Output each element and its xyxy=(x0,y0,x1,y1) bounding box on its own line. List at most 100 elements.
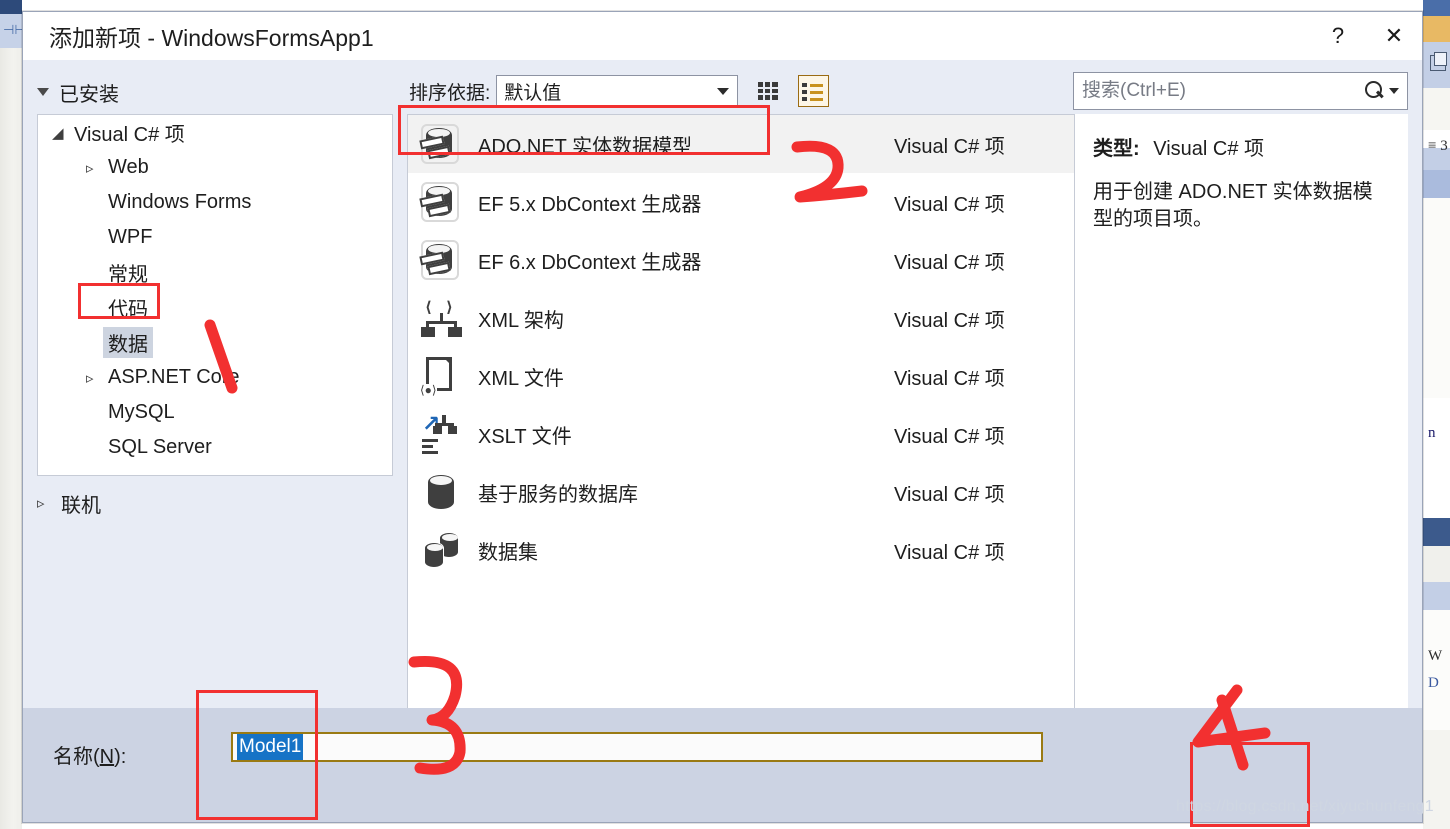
sort-toolbar: 排序依据: 默认值 xyxy=(409,72,829,110)
background-text: n xyxy=(1428,425,1436,441)
search-input[interactable] xyxy=(1082,80,1363,102)
sort-dropdown[interactable]: 默认值 xyxy=(496,75,739,107)
dialog-titlebar: 添加新项 - WindowsFormsApp1 ? ✕ xyxy=(23,12,1422,60)
list-item[interactable]: 数据集 Visual C# 项 xyxy=(408,521,1074,579)
tree-item-label: MySQL xyxy=(108,401,175,423)
background-band xyxy=(1423,610,1450,730)
list-item-name: EF 6.x DbContext 生成器 xyxy=(478,251,702,274)
list-item[interactable]: ⟨ ⟩ XML 架构 Visual C# 项 xyxy=(408,289,1074,347)
list-item[interactable]: EF 6.x DbContext 生成器 Visual C# 项 xyxy=(408,231,1074,289)
tree-item-aspnet-core[interactable]: ▹ ASP.NET Core xyxy=(38,360,392,395)
list-view-button[interactable] xyxy=(797,75,829,107)
tree-item-label: WPF xyxy=(108,226,153,248)
detail-description: 用于创建 ADO.NET 实体数据模型的项目项。 xyxy=(1093,181,1373,230)
list-item-name: XSLT 文件 xyxy=(478,425,572,448)
dialog-footer: 名称(N): Model1 添加(A) 取消 xyxy=(23,708,1422,822)
background-text: ≡ 3 xyxy=(1428,138,1448,154)
tree-item-label: 代码 xyxy=(108,299,148,321)
detail-type-value: Visual C# 项 xyxy=(1153,138,1265,160)
list-item[interactable]: EF 5.x DbContext 生成器 Visual C# 项 xyxy=(408,173,1074,231)
list-item-name: ADO.NET 实体数据模型 xyxy=(478,135,693,158)
dataset-icon xyxy=(418,527,464,573)
chevron-down-icon[interactable] xyxy=(1389,88,1399,94)
tree-item-visual-csharp[interactable]: ◢ Visual C# 项 xyxy=(38,115,392,150)
list-view-icon xyxy=(802,82,824,101)
background-band xyxy=(1423,88,1450,130)
online-section-header[interactable]: ▹ 联机 xyxy=(37,484,393,522)
tree-item-data[interactable]: 数据 xyxy=(38,325,392,360)
background-left-titlebar xyxy=(0,0,22,14)
magnifier-icon[interactable] xyxy=(1363,80,1385,102)
tree-item-label: SQL Server xyxy=(108,436,212,458)
detail-type-label: 类型: xyxy=(1093,138,1140,160)
name-input-value: Model1 xyxy=(237,734,304,760)
chevron-down-icon xyxy=(717,88,730,95)
background-band xyxy=(1423,730,1450,829)
tree-item-web[interactable]: ▹ Web xyxy=(38,150,392,185)
background-band xyxy=(1423,398,1450,518)
grid-view-button[interactable] xyxy=(752,75,783,107)
list-item-type: Visual C# 项 xyxy=(894,251,1005,274)
grid-view-icon xyxy=(757,82,778,100)
name-label: 名称(N): xyxy=(53,746,127,768)
chevron-down-icon: ◢ xyxy=(52,124,64,142)
database-arrows-icon xyxy=(418,237,464,283)
tree-item-label: 数据 xyxy=(103,327,153,358)
tree-item-mysql[interactable]: MySQL xyxy=(38,395,392,430)
list-item-name: XML 架构 xyxy=(478,309,564,332)
database-arrows-icon xyxy=(418,121,464,167)
list-item-name: 数据集 xyxy=(478,541,538,564)
online-label: 联机 xyxy=(61,494,101,517)
list-item-name: XML 文件 xyxy=(478,367,564,390)
list-item-type: Visual C# 项 xyxy=(894,135,1005,158)
close-button[interactable]: ✕ xyxy=(1366,14,1422,58)
background-left-strip xyxy=(0,0,22,829)
installed-header[interactable]: 已安装 xyxy=(37,74,393,110)
chevron-right-icon: ▹ xyxy=(86,159,94,177)
detail-type-row: 类型: Visual C# 项 xyxy=(1093,132,1392,161)
database-arrows-icon xyxy=(418,179,464,225)
tree-item-windows-forms[interactable]: Windows Forms xyxy=(38,185,392,220)
category-tree: ◢ Visual C# 项 ▹ Web Windows Forms WPF 常规 xyxy=(37,114,393,476)
list-item-name: 基于服务的数据库 xyxy=(478,483,638,506)
search-box[interactable] xyxy=(1073,72,1408,110)
background-band xyxy=(1423,0,1450,16)
list-item-type: Visual C# 项 xyxy=(894,541,1005,564)
tree-item-general[interactable]: 常规 xyxy=(38,255,392,290)
list-item-name: EF 5.x DbContext 生成器 xyxy=(478,193,702,216)
xml-schema-icon: ⟨ ⟩ xyxy=(418,295,464,341)
tree-item-label: ASP.NET Core xyxy=(108,366,240,388)
xslt-file-icon: ↗ xyxy=(418,411,464,457)
sort-selected-value: 默认值 xyxy=(504,82,562,104)
chevron-down-icon xyxy=(37,88,49,96)
database-icon xyxy=(418,469,464,515)
background-band xyxy=(1423,518,1450,546)
tree-item-sql-server[interactable]: SQL Server xyxy=(38,430,392,465)
background-band xyxy=(1423,546,1450,582)
list-item-type: Visual C# 项 xyxy=(894,309,1005,332)
name-input[interactable]: Model1 xyxy=(231,732,1043,762)
details-panel: 类型: Visual C# 项 用于创建 ADO.NET 实体数据模型的项目项。 xyxy=(1075,114,1408,776)
tree-item-wpf[interactable]: WPF xyxy=(38,220,392,255)
template-list[interactable]: ADO.NET 实体数据模型 Visual C# 项 EF 5.x DbCont… xyxy=(407,114,1075,776)
list-item[interactable]: ⟨●⟩ XML 文件 Visual C# 项 xyxy=(408,347,1074,405)
add-new-item-dialog: 添加新项 - WindowsFormsApp1 ? ✕ 已安装 ◢ Visual… xyxy=(22,11,1423,823)
dialog-body: 已安装 ◢ Visual C# 项 ▹ Web Windows Forms WP… xyxy=(23,60,1422,776)
xml-file-icon: ⟨●⟩ xyxy=(418,353,464,399)
help-button[interactable]: ? xyxy=(1310,14,1366,58)
background-band xyxy=(1423,198,1450,398)
list-item[interactable]: 基于服务的数据库 Visual C# 项 xyxy=(408,463,1074,521)
tree-item-label: Windows Forms xyxy=(108,191,252,213)
search-area xyxy=(1073,72,1408,110)
list-item[interactable]: ADO.NET 实体数据模型 Visual C# 项 xyxy=(408,115,1074,173)
background-copy-icon xyxy=(1430,52,1447,71)
list-item-type: Visual C# 项 xyxy=(894,483,1005,506)
pin-icon: ⊣⊢ xyxy=(3,22,26,37)
installed-header-label: 已安装 xyxy=(59,83,119,106)
background-band xyxy=(1423,16,1450,42)
list-item[interactable]: ↗ XSLT 文件 Visual C# 项 xyxy=(408,405,1074,463)
tree-item-code[interactable]: 代码 xyxy=(38,290,392,325)
background-text: W xyxy=(1428,648,1443,664)
list-item-type: Visual C# 项 xyxy=(894,425,1005,448)
background-band xyxy=(1423,170,1450,198)
